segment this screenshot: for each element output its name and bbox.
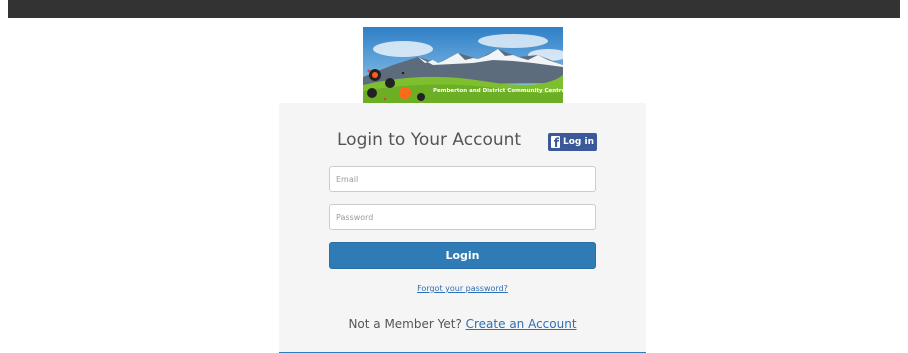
signup-prompt: Not a Member Yet? Create an Account xyxy=(279,317,646,331)
community-centre-banner: Pemberton and District Community Centre xyxy=(363,27,563,103)
forgot-password-link[interactable]: Forgot your password? xyxy=(279,284,646,293)
create-account-link[interactable]: Create an Account xyxy=(466,317,577,331)
signup-prompt-text: Not a Member Yet? xyxy=(348,317,466,331)
facebook-login-button[interactable]: f Log in xyxy=(548,133,597,151)
facebook-login-label: Log in xyxy=(563,137,594,147)
page-title: Login to Your Account xyxy=(337,130,522,150)
login-button[interactable]: Login xyxy=(329,242,596,269)
banner-caption: Pemberton and District Community Centre xyxy=(433,88,563,94)
facebook-icon: f xyxy=(551,136,560,148)
password-field[interactable] xyxy=(329,204,596,230)
top-bar xyxy=(8,0,900,18)
email-field[interactable] xyxy=(329,166,596,192)
login-panel: Login to Your Account f Log in Login For… xyxy=(279,103,646,353)
